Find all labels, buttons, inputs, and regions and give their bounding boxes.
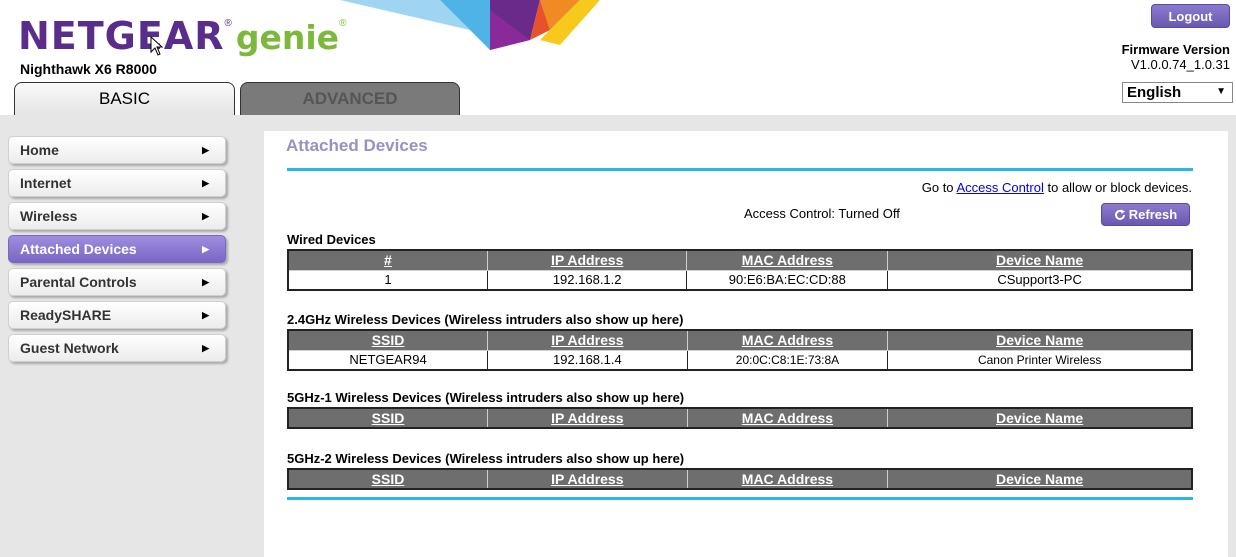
wired-devices-table: # IP Address MAC Address Device Name 1 1… [287,249,1193,291]
table-cell: 192.168.1.4 [487,349,688,371]
logo-netgear: NETGEAR [18,14,225,58]
access-control-hint: Go to Access Control to allow or block d… [922,180,1192,195]
table-header-row: SSID IP Address MAC Address Device Name [287,329,1193,351]
sidebar-item-label: Attached Devices [20,241,137,257]
chevron-right-icon: ▶ [202,277,209,287]
sidebar-item-home[interactable]: Home ▶ [8,136,226,164]
main-panel: Attached Devices Go to Access Control to… [264,131,1228,557]
column-header[interactable]: IP Address [487,407,688,429]
sidebar-item-label: Parental Controls [20,274,137,290]
column-header[interactable]: Device Name [887,329,1193,351]
wired-devices-title: Wired Devices [287,232,376,247]
chevron-right-icon: ▶ [202,145,209,155]
table-row: NETGEAR94 192.168.1.4 20:0C:C8:1E:73:8A … [287,349,1193,371]
table-header-row: SSID IP Address MAC Address Device Name [287,468,1193,490]
sidebar: Home ▶ Internet ▶ Wireless ▶ Attached De… [8,136,228,367]
page-title: Attached Devices [286,136,428,155]
wireless-5ghz2-title: 5GHz-2 Wireless Devices (Wireless intrud… [287,451,685,466]
logo-genie: genie [235,18,340,57]
column-header[interactable]: # [287,249,488,271]
mouse-cursor-icon [150,36,164,56]
decorative-banner [340,0,600,50]
refresh-label: Refresh [1128,207,1178,222]
netgear-genie-logo: NETGEAR® genie® [18,14,346,58]
hint-prefix: Go to [921,180,954,195]
table-cell: Canon Printer Wireless [887,349,1193,371]
tab-advanced[interactable]: ADVANCED [240,82,460,115]
table-header-row: # IP Address MAC Address Device Name [287,249,1193,271]
header: NETGEAR® genie® Nighthawk X6 R8000 Logout… [0,0,1236,115]
column-header[interactable]: SSID [287,407,489,429]
chevron-right-icon: ▶ [202,178,209,188]
sidebar-item-attached-devices[interactable]: Attached Devices ▶ [8,235,226,263]
column-header[interactable]: IP Address [487,468,688,490]
hint-suffix: to allow or block devices. [1047,180,1192,195]
column-header[interactable]: Device Name [887,468,1193,490]
logo-reg-mark-2: ® [339,18,347,29]
sidebar-item-label: Guest Network [20,340,119,356]
logo-reg-mark: ® [224,18,232,29]
router-model: Nighthawk X6 R8000 [20,61,157,77]
sidebar-item-label: Wireless [20,208,78,224]
sidebar-item-parental-controls[interactable]: Parental Controls ▶ [8,268,226,296]
column-header[interactable]: MAC Address [686,249,889,271]
column-header[interactable]: MAC Address [686,407,889,429]
chevron-right-icon: ▶ [202,343,209,353]
access-control-link[interactable]: Access Control [956,180,1043,195]
column-header[interactable]: SSID [287,329,489,351]
refresh-button[interactable]: Refresh [1101,203,1190,226]
refresh-icon [1114,209,1125,220]
wireless-24ghz-table: SSID IP Address MAC Address Device Name … [287,329,1193,371]
logout-button[interactable]: Logout [1151,4,1230,28]
column-header[interactable]: Device Name [887,249,1193,271]
language-select[interactable]: English ▼ [1122,82,1233,103]
sidebar-item-readyshare[interactable]: ReadySHARE ▶ [8,301,226,329]
column-header[interactable]: IP Address [486,249,688,271]
chevron-right-icon: ▶ [202,310,209,320]
sidebar-item-wireless[interactable]: Wireless ▶ [8,202,226,230]
table-row: 1 192.168.1.2 90:E6:BA:EC:CD:88 CSupport… [287,269,1193,291]
column-header[interactable]: Device Name [887,407,1193,429]
table-cell: NETGEAR94 [287,349,489,371]
table-cell: 1 [287,269,488,291]
chevron-right-icon: ▶ [202,211,209,221]
chevron-right-icon: ▶ [202,244,209,254]
wireless-5ghz1-title: 5GHz-1 Wireless Devices (Wireless intrud… [287,390,685,405]
table-cell: 192.168.1.2 [486,269,688,291]
column-header[interactable]: MAC Address [686,329,889,351]
sidebar-item-label: ReadySHARE [20,307,112,323]
divider-bottom [287,497,1193,500]
sidebar-item-internet[interactable]: Internet ▶ [8,169,226,197]
wireless-5ghz1-table: SSID IP Address MAC Address Device Name [287,407,1193,429]
table-cell: 20:0C:C8:1E:73:8A [686,349,889,371]
tab-basic[interactable]: BASIC [14,82,235,115]
column-header[interactable]: IP Address [487,329,688,351]
wireless-24ghz-title: 2.4GHz Wireless Devices (Wireless intrud… [287,312,684,327]
column-header[interactable]: MAC Address [686,468,889,490]
sidebar-item-guest-network[interactable]: Guest Network ▶ [8,334,226,362]
wireless-5ghz2-table: SSID IP Address MAC Address Device Name [287,468,1193,490]
firmware-version-value: V1.0.0.74_1.0.31 [1130,57,1230,72]
table-header-row: SSID IP Address MAC Address Device Name [287,407,1193,429]
firmware-version-label: Firmware Version [1121,42,1230,57]
dropdown-arrow-icon: ▼ [1216,86,1226,97]
table-cell: CSupport3-PC [887,269,1193,291]
column-header[interactable]: SSID [287,468,489,490]
sidebar-item-label: Internet [20,175,72,191]
language-selected: English [1127,84,1182,101]
divider-top [287,168,1193,171]
table-cell: 90:E6:BA:EC:CD:88 [686,269,889,291]
access-control-status: Access Control: Turned Off [744,206,900,221]
sidebar-item-label: Home [20,142,59,158]
